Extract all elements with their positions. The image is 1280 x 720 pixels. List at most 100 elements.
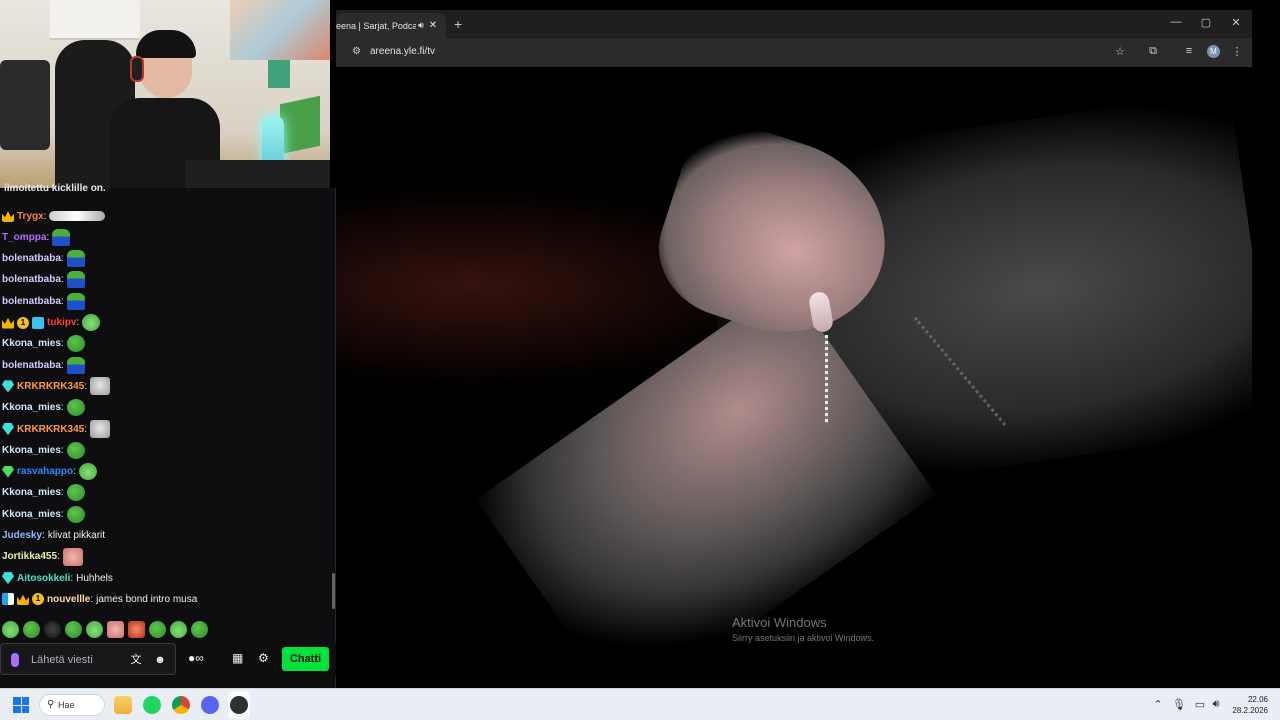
chat-username[interactable]: Kkona_mies — [2, 338, 61, 349]
watermark-subtitle: Siirry asetuksiin ja aktivoi Windows. — [732, 633, 875, 643]
chat-send-button[interactable]: Chatti — [282, 647, 329, 671]
pepe-emote-icon[interactable] — [191, 620, 208, 638]
close-tab-icon[interactable]: ✕ — [426, 20, 440, 31]
pepe-emote-icon[interactable] — [66, 484, 85, 502]
store-icon[interactable]: ▦ — [232, 650, 243, 666]
pepe-emote-icon[interactable] — [66, 505, 85, 523]
volume-icon[interactable]: 🔊︎ — [1209, 698, 1223, 711]
chat-username[interactable]: KRKRKRK345 — [17, 424, 84, 435]
chat-username[interactable]: bolenatbaba — [2, 274, 61, 285]
chat-username[interactable]: Trygx — [17, 211, 44, 222]
pepeblue-emote-icon[interactable] — [66, 250, 85, 268]
chat-username[interactable]: Kkona_mies — [2, 509, 61, 520]
gem-badge-icon[interactable] — [2, 423, 14, 435]
chevron-up-icon[interactable]: ⌃ — [1151, 698, 1165, 711]
red-emote-icon[interactable] — [128, 620, 145, 638]
chat-username[interactable]: Kkona_mies — [2, 445, 61, 456]
chat-username[interactable]: bolenatbaba — [2, 253, 61, 264]
profile-avatar[interactable]: M — [1207, 45, 1220, 58]
gem-badge-icon[interactable] — [2, 572, 14, 585]
chat-username[interactable]: Aitosokkeli — [17, 573, 70, 584]
pepe-emote-icon[interactable] — [149, 620, 166, 638]
chat-separator: : — [42, 530, 45, 541]
translate-icon[interactable]: 文 — [129, 653, 143, 667]
pepe-emote-icon[interactable] — [66, 441, 85, 459]
dark-emote-icon[interactable] — [44, 620, 61, 638]
laugh-emote-icon[interactable] — [170, 620, 187, 638]
spotify-icon[interactable] — [143, 696, 161, 714]
gem-badge-icon[interactable] — [2, 380, 14, 393]
stripe-badge-icon[interactable] — [2, 593, 14, 606]
tag-badge-icon[interactable] — [32, 316, 44, 329]
pepe-emote-icon[interactable] — [65, 620, 82, 638]
maximize-icon[interactable]: ▢ — [1196, 16, 1216, 29]
face-emote-icon[interactable] — [62, 547, 83, 566]
settings-gear-icon[interactable]: ⚙ — [258, 650, 269, 666]
tab-areena[interactable]: eena | Sarjat, Podcast 🔊︎ ✕ — [336, 13, 446, 38]
windows-start-icon[interactable] — [13, 697, 29, 713]
clock[interactable]: 22.06 28.2.2026 — [1228, 694, 1268, 716]
chrome-icon[interactable] — [172, 696, 190, 714]
gem-green-badge-icon[interactable] — [2, 465, 14, 478]
chat-username[interactable]: nouvellle — [47, 594, 90, 605]
menu-kebab-icon[interactable]: ⋮ — [1230, 45, 1244, 58]
url-field[interactable]: areena.yle.fi/tv — [370, 46, 435, 57]
chat-username[interactable]: KRKRKRK345 — [17, 381, 84, 392]
chat-username[interactable]: T_omppa — [2, 232, 46, 243]
obs-icon[interactable] — [230, 696, 248, 714]
video-player[interactable] — [336, 67, 1252, 688]
chat-username[interactable]: bolenatbaba — [2, 296, 61, 307]
chat-input[interactable] — [31, 651, 121, 669]
taskbar: ⚲ Hae ⌃ 🎙︎ ▭ 🔊︎ 22.06 28.2.2026 — [0, 688, 1280, 720]
sword-emote-icon[interactable] — [49, 211, 106, 221]
points-icon[interactable]: ●∞ — [188, 650, 204, 666]
chat-username[interactable]: Jortikka455 — [2, 551, 57, 562]
cat-emote-icon[interactable] — [90, 377, 111, 396]
pepe-emote-icon[interactable] — [23, 620, 40, 638]
sub-badge-icon[interactable]: 1 — [17, 316, 29, 329]
chat-username[interactable]: Kkona_mies — [2, 402, 61, 413]
sub-badge-icon[interactable]: 1 — [32, 593, 44, 606]
new-tab-button[interactable]: + — [454, 16, 462, 32]
discord-icon[interactable] — [201, 696, 219, 714]
pepeblue-emote-icon[interactable] — [66, 356, 85, 374]
close-window-icon[interactable]: ✕ — [1226, 16, 1246, 29]
laugh-emote-icon[interactable] — [86, 620, 103, 638]
bookmark-star-icon[interactable]: ☆ — [1113, 45, 1127, 58]
media-control-icon[interactable]: ≡ — [1182, 45, 1196, 57]
pepe-emote-icon[interactable] — [66, 399, 85, 417]
pepeblue-emote-icon[interactable] — [52, 228, 71, 246]
chat-username[interactable]: Judesky — [2, 530, 42, 541]
chat-input-box[interactable]: 文 ☻ — [0, 643, 176, 675]
cat-emote-icon[interactable] — [90, 420, 111, 438]
microphone-icon[interactable] — [11, 653, 19, 667]
chat-separator: : — [90, 593, 94, 605]
extensions-icon[interactable]: ⧉ — [1146, 45, 1160, 58]
clock-date: 28.2.2026 — [1232, 706, 1268, 715]
display-icon[interactable]: ▭ — [1193, 698, 1207, 711]
crown-badge-icon[interactable] — [2, 211, 14, 222]
minimize-icon[interactable]: — — [1166, 16, 1186, 28]
chat-username[interactable]: rasvahappo — [17, 466, 73, 477]
laugh-emote-icon[interactable] — [82, 314, 101, 331]
file-explorer-icon[interactable] — [114, 696, 132, 714]
chat-username[interactable]: Kkona_mies — [2, 487, 61, 498]
pepeblue-emote-icon[interactable] — [66, 292, 85, 310]
microphone-tray-icon[interactable]: 🎙︎ — [1172, 698, 1186, 711]
pepeblue-emote-icon[interactable] — [66, 271, 85, 289]
emoji-icon[interactable]: ☻ — [153, 653, 167, 667]
speaker-icon[interactable]: 🔊︎ — [416, 20, 426, 31]
crown-badge-icon[interactable] — [2, 317, 14, 329]
chat-username[interactable]: tukipv — [47, 317, 76, 328]
chat-message: rasvahappo: — [2, 462, 97, 482]
crown-badge-icon[interactable] — [17, 594, 29, 606]
chat-username[interactable]: bolenatbaba — [2, 360, 61, 371]
chat-scrollbar[interactable] — [332, 573, 335, 609]
taskbar-search[interactable]: ⚲ Hae — [39, 694, 105, 716]
search-icon: ⚲ — [47, 699, 55, 710]
face-emote-icon[interactable] — [107, 620, 124, 638]
pepe-emote-icon[interactable] — [66, 335, 85, 353]
laugh-emote-icon[interactable] — [2, 620, 19, 638]
site-info-icon[interactable]: ⚙ — [352, 46, 364, 58]
laugh-emote-icon[interactable] — [78, 463, 97, 481]
